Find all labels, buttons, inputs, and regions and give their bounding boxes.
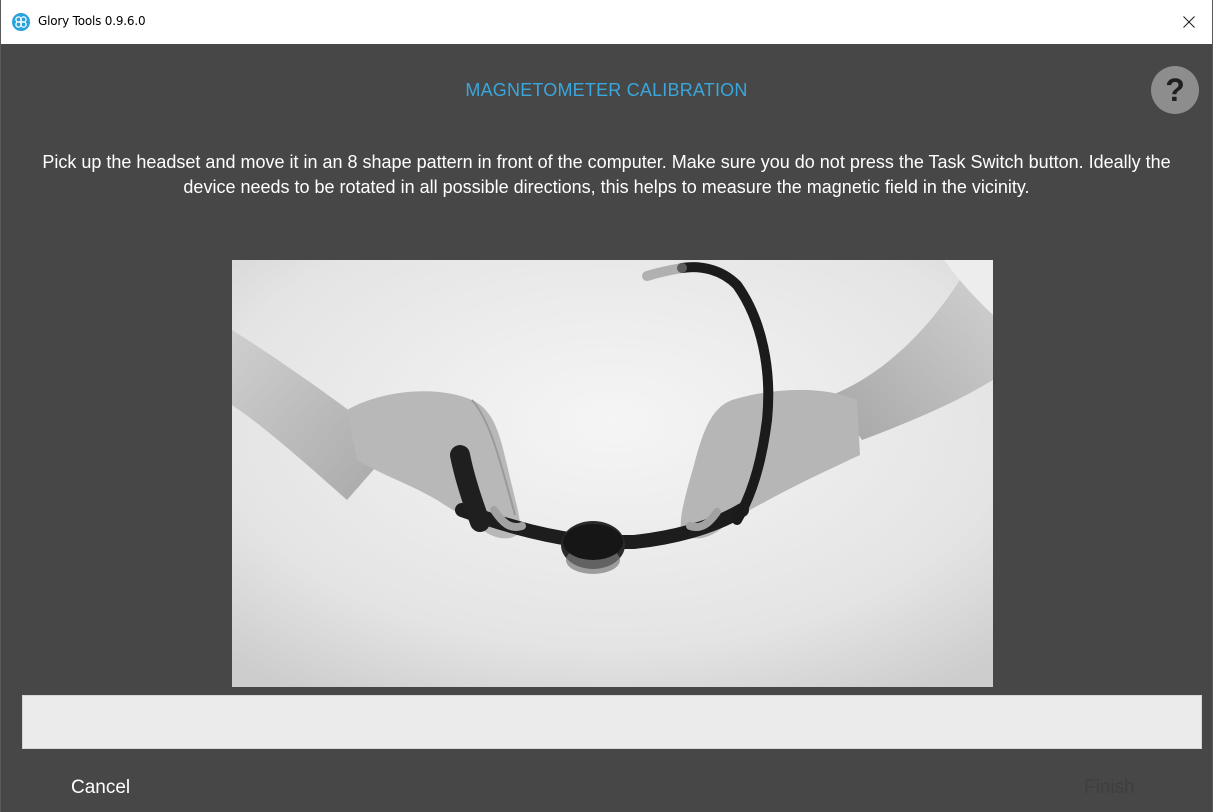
cancel-button[interactable]: Cancel <box>71 777 130 799</box>
instructions-text: Pick up the headset and move it in an 8 … <box>42 152 1171 197</box>
page-title: MAGNETOMETER CALIBRATION <box>465 80 748 100</box>
glory-tools-logo-icon <box>12 13 30 31</box>
close-button[interactable] <box>1166 0 1212 44</box>
finish-button[interactable]: Finish <box>1084 777 1135 799</box>
calibration-panel: MAGNETOMETER CALIBRATION ? Pick up the h… <box>1 44 1212 812</box>
title-bar: Glory Tools 0.9.6.0 <box>1 0 1212 44</box>
hands-holding-headset-illustration <box>232 260 993 687</box>
window-title: Glory Tools 0.9.6.0 <box>38 14 146 28</box>
help-button[interactable]: ? <box>1151 66 1199 114</box>
app-window: Glory Tools 0.9.6.0 MAGNETOMETER CALIBRA… <box>0 0 1213 812</box>
status-bar <box>22 695 1202 749</box>
close-icon <box>1183 16 1195 28</box>
